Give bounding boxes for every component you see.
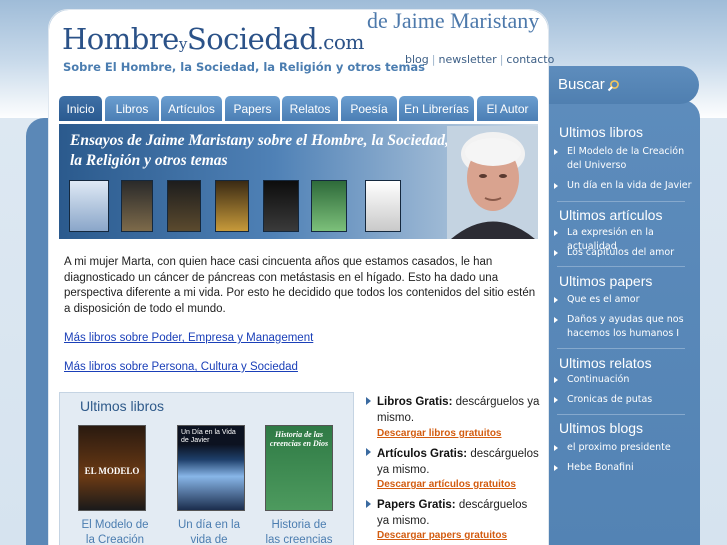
book-cover-image — [215, 180, 249, 232]
book-cover-image — [263, 180, 299, 232]
sidebar-heading-libros: Ultimos libros — [559, 124, 644, 140]
search-icon[interactable] — [607, 79, 620, 92]
book-caption-line: Historia de — [271, 519, 327, 531]
site-tagline: Sobre El Hombre, la Sociedad, la Religió… — [63, 60, 426, 74]
book-cover-text: EL MODELO — [84, 466, 140, 476]
book-caption-line: las creencias — [265, 534, 333, 545]
bullet-arrow-icon — [554, 183, 558, 189]
sidebar-heading-blogs: Ultimos blogs — [559, 420, 644, 436]
tab-en-librerias[interactable]: En Librerías — [399, 96, 474, 121]
download-label: Papers Gratis: — [377, 499, 456, 511]
banner-title: Ensayos de Jaime Maristany sobre el Homb… — [70, 132, 449, 169]
sidebar-divider — [557, 201, 685, 202]
bullet-arrow-icon — [554, 297, 558, 303]
book-cover-image — [311, 180, 347, 232]
book-caption-line: vida de — [190, 534, 228, 545]
hero-banner: Ensayos de Jaime Maristany sobre el Homb… — [59, 124, 538, 239]
tab-libros[interactable]: Libros — [105, 96, 159, 121]
bullet-arrow-icon — [554, 317, 558, 323]
bullet-arrow-icon — [554, 250, 558, 256]
book-cover-image — [121, 180, 153, 232]
download-label: Artículos Gratis: — [377, 448, 468, 460]
download-libros-text: Libros Gratis: descárguelos ya mismo. — [377, 395, 542, 426]
bullet-arrow-icon — [366, 448, 371, 456]
search-label[interactable]: Buscar — [558, 76, 605, 93]
logo-word-y: y — [178, 35, 187, 53]
tab-inicio[interactable]: Inicio — [59, 96, 102, 121]
book-caption-line: la Creación — [85, 534, 145, 545]
bullet-arrow-icon — [554, 377, 558, 383]
book-caption-line: Un día en la — [177, 519, 240, 531]
sidebar-link-relato-1[interactable]: Continuación — [567, 373, 697, 387]
book-caption-javier[interactable]: Un día en la vida de — [169, 518, 249, 545]
bullet-arrow-icon — [554, 465, 558, 471]
book-cover-image — [167, 180, 201, 232]
book-cover-javier[interactable]: Un Día en la Vida de Javier — [177, 425, 245, 511]
contacto-link[interactable]: contacto — [506, 53, 554, 66]
bullet-arrow-icon — [554, 230, 558, 236]
book-cover-image — [69, 180, 109, 232]
byline: de Jaime Maristany — [367, 8, 540, 33]
latest-books-title: Ultimos libros — [80, 398, 165, 414]
download-articulos-link[interactable]: Descargar artículos gratuitos — [377, 479, 516, 490]
sidebar-link-paper-1[interactable]: Que es el amor — [567, 293, 697, 307]
sidebar-link-libro-1[interactable]: El Modelo de la Creación del Universo — [567, 145, 697, 173]
site-logo[interactable]: HombreySociedad.com — [62, 22, 364, 56]
book-cover-text: Un Día en la Vida de Javier — [181, 429, 236, 444]
sidebar-heading-relatos: Ultimos relatos — [559, 355, 652, 371]
sidebar-link-relato-2[interactable]: Cronicas de putas — [567, 393, 697, 407]
sidebar-divider — [557, 414, 685, 415]
sidebar-link-blog-1[interactable]: el proximo presidente — [567, 441, 697, 455]
tab-papers[interactable]: Papers — [225, 96, 280, 121]
download-papers-text: Papers Gratis: descárguelos ya mismo. — [377, 498, 542, 529]
sidebar-heading-articulos: Ultimos artículos — [559, 207, 663, 223]
book-caption-line: El Modelo de — [81, 519, 149, 531]
download-label: Libros Gratis: — [377, 396, 453, 408]
bullet-arrow-icon — [554, 445, 558, 451]
sidebar-link-articulo-2[interactable]: Los capítulos del amor — [567, 246, 697, 260]
download-libros-link[interactable]: Descargar libros gratuitos — [377, 428, 501, 439]
link-poder-empresa[interactable]: Más libros sobre Poder, Empresa y Manage… — [64, 332, 313, 344]
book-caption-historia[interactable]: Historia de las creencias — [259, 518, 339, 545]
link-separator: | — [499, 53, 504, 66]
link-persona-cultura[interactable]: Más libros sobre Persona, Cultura y Soci… — [64, 361, 298, 373]
download-articulos-text: Artículos Gratis: descárguelos ya mismo. — [377, 447, 542, 478]
bullet-arrow-icon — [554, 149, 558, 155]
logo-tld: .com — [317, 30, 364, 54]
tab-el-autor[interactable]: El Autor — [477, 96, 538, 121]
logo-word-hombre: Hombre — [62, 22, 179, 56]
sidebar-link-paper-2[interactable]: Daños y ayudas que nos hacemos los human… — [567, 313, 697, 341]
link-separator: | — [431, 53, 436, 66]
top-links: blog | newsletter | contacto — [405, 53, 554, 66]
tab-articulos[interactable]: Artículos — [161, 96, 222, 121]
bullet-arrow-icon — [366, 500, 371, 508]
sidebar-link-blog-2[interactable]: Hebe Bonafini — [567, 461, 697, 475]
book-cover-modelo[interactable]: EL MODELO — [78, 425, 146, 511]
sidebar-divider — [557, 266, 685, 267]
download-papers-link[interactable]: Descargar papers gratuitos — [377, 530, 507, 541]
book-cover-historia[interactable]: Historia de las creencias en Dios — [265, 425, 333, 511]
book-caption-modelo[interactable]: El Modelo de la Creación — [75, 518, 155, 545]
sidebar-link-libro-2[interactable]: Un día en la vida de Javier — [567, 179, 697, 193]
bullet-arrow-icon — [554, 397, 558, 403]
book-cover-image — [365, 180, 401, 232]
intro-paragraph: A mi mujer Marta, con quien hace casi ci… — [64, 256, 536, 315]
author-portrait — [447, 126, 538, 239]
bullet-arrow-icon — [366, 397, 371, 405]
book-cover-text: Historia de las creencias en Dios — [269, 430, 329, 448]
sidebar-divider — [557, 348, 685, 349]
logo-word-sociedad: Sociedad — [186, 22, 318, 56]
sidebar-heading-papers: Ultimos papers — [559, 273, 653, 289]
blog-link[interactable]: blog — [405, 53, 429, 66]
newsletter-link[interactable]: newsletter — [438, 53, 496, 66]
tab-poesia[interactable]: Poesía — [341, 96, 397, 121]
tab-relatos[interactable]: Relatos — [282, 96, 338, 121]
